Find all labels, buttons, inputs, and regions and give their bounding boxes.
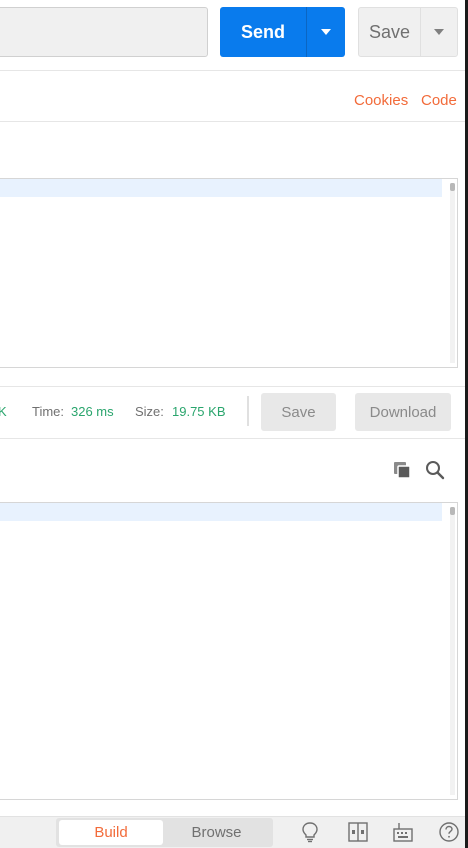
- divider: [0, 386, 468, 387]
- chevron-down-icon: [321, 29, 331, 35]
- save-response-button[interactable]: Save: [261, 393, 336, 431]
- code-link[interactable]: Code: [421, 92, 457, 109]
- request-body-editor[interactable]: [0, 178, 458, 368]
- url-input[interactable]: [0, 7, 208, 57]
- meta-separator: [247, 396, 249, 426]
- divider: [0, 121, 468, 122]
- save-request-button[interactable]: Save: [359, 8, 420, 56]
- keyboard-icon[interactable]: [391, 820, 415, 844]
- divider: [0, 438, 468, 439]
- divider: [0, 70, 468, 71]
- build-tab[interactable]: Build: [59, 820, 163, 845]
- editor-scrollbar-thumb[interactable]: [450, 183, 455, 191]
- active-line-highlight: [0, 503, 442, 521]
- chevron-down-icon: [434, 29, 444, 35]
- viewer-scrollbar-track[interactable]: [450, 507, 455, 795]
- save-button-group[interactable]: Save: [358, 7, 458, 57]
- status-value: K: [0, 404, 7, 419]
- send-button-group[interactable]: Send: [220, 7, 345, 57]
- help-icon[interactable]: [437, 820, 461, 844]
- search-icon[interactable]: [424, 459, 446, 481]
- active-line-highlight: [0, 179, 442, 197]
- cookies-link[interactable]: Cookies: [354, 92, 408, 109]
- send-button[interactable]: Send: [220, 7, 306, 57]
- time-label: Time:: [32, 404, 65, 419]
- copy-icon[interactable]: [392, 460, 412, 480]
- download-button[interactable]: Download: [355, 393, 451, 431]
- browse-tab[interactable]: Browse: [163, 820, 270, 845]
- save-options-button[interactable]: [421, 8, 457, 56]
- send-options-button[interactable]: [307, 7, 345, 57]
- size-value: 19.75 KB: [172, 404, 226, 419]
- viewer-scrollbar-thumb[interactable]: [450, 507, 455, 515]
- bulb-icon[interactable]: [298, 820, 322, 844]
- response-body-viewer[interactable]: [0, 502, 458, 800]
- editor-scrollbar-track[interactable]: [450, 183, 455, 363]
- size-label: Size:: [135, 404, 164, 419]
- time-value: 326 ms: [71, 404, 114, 419]
- two-pane-icon[interactable]: [346, 820, 370, 844]
